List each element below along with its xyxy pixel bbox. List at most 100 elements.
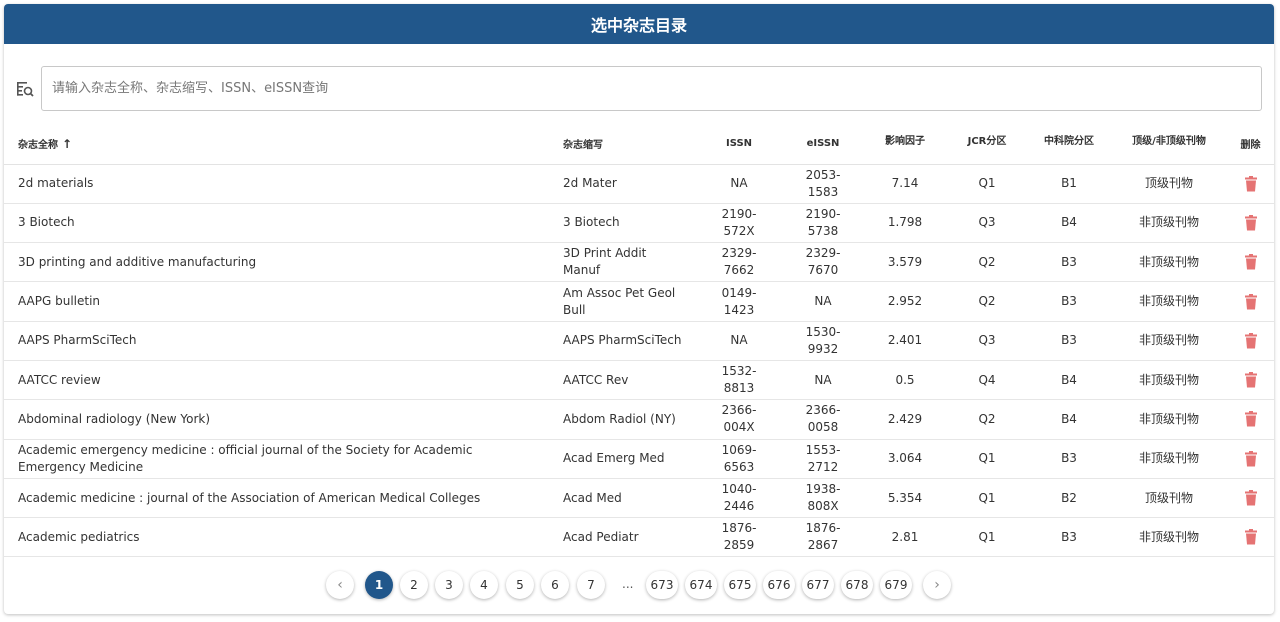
col-header-eissn: eISSN bbox=[783, 124, 863, 165]
cell-issn: 1069-6563 bbox=[695, 439, 783, 479]
col-header-delete: 删除 bbox=[1227, 124, 1274, 165]
cell-abbr: AAPS PharmSciTech bbox=[549, 321, 695, 361]
panel-title: 选中杂志目录 bbox=[4, 4, 1274, 44]
cell-issn: 0149-1423 bbox=[695, 281, 783, 322]
cell-top: 非顶级刊物 bbox=[1111, 399, 1227, 440]
cell-impact: 2.401 bbox=[863, 321, 947, 361]
page-button-677[interactable]: 677 bbox=[802, 571, 834, 599]
page-button-2[interactable]: 2 bbox=[400, 571, 428, 599]
cell-jcr: Q2 bbox=[947, 399, 1027, 440]
cell-delete bbox=[1227, 321, 1274, 361]
cell-issn: NA bbox=[695, 164, 783, 204]
pagination: ‹ 1 2 3 4 5 6 7... 673 674 675 676 677 678 679 › bbox=[4, 571, 1274, 601]
cell-eissn: 1938-808X bbox=[783, 478, 863, 519]
cell-full-name: Abdominal radiology (New York) bbox=[4, 399, 549, 440]
delete-trash-icon[interactable] bbox=[1244, 450, 1258, 467]
page-button-7[interactable]: 7 bbox=[577, 571, 605, 599]
search-list-icon bbox=[16, 80, 34, 98]
page-button-5[interactable]: 5 bbox=[506, 571, 534, 599]
cell-delete bbox=[1227, 439, 1274, 479]
cell-full-name: 3 Biotech bbox=[4, 203, 549, 244]
cell-jcr: Q3 bbox=[947, 203, 1027, 244]
table-row: Academic medicine : journal of the Assoc… bbox=[4, 478, 1274, 519]
delete-trash-icon[interactable] bbox=[1244, 214, 1258, 231]
cell-issn: NA bbox=[695, 321, 783, 361]
delete-trash-icon[interactable] bbox=[1244, 411, 1258, 427]
col-header-cas: 中科院分区 bbox=[1027, 124, 1111, 165]
page-button-3[interactable]: 3 bbox=[435, 571, 463, 599]
prev-page-chevron-icon[interactable]: ‹ bbox=[326, 571, 354, 599]
table-row: 3 Biotech 3 Biotech 2190-572X 2190-5738 … bbox=[4, 203, 1274, 244]
page-button-676[interactable]: 676 bbox=[763, 571, 795, 599]
cell-impact: 3.579 bbox=[863, 242, 947, 283]
cell-delete bbox=[1227, 281, 1274, 322]
journal-panel: 选中杂志目录 杂志全称↑ 杂志缩写 ISSN eISSN bbox=[4, 4, 1274, 614]
sort-arrow-up-icon[interactable]: ↑ bbox=[62, 137, 72, 151]
cell-eissn: 1876-2867 bbox=[783, 517, 863, 558]
cell-abbr: Am Assoc Pet Geol Bull bbox=[549, 281, 695, 322]
search-input[interactable] bbox=[41, 66, 1262, 111]
table-header-row: 杂志全称 ↑ 杂志缩写 ISSN eISSN 影响因子 JCR分区 中科院分区 顶… bbox=[4, 124, 1274, 165]
cell-top: 非顶级刊物 bbox=[1111, 242, 1227, 283]
cell-issn: 1876-2859 bbox=[695, 517, 783, 558]
cell-impact: 1.798 bbox=[863, 203, 947, 244]
cell-cas: B3 bbox=[1027, 281, 1111, 322]
delete-trash-icon[interactable] bbox=[1244, 490, 1258, 506]
cell-cas: B2 bbox=[1027, 478, 1111, 519]
delete-trash-icon[interactable] bbox=[1244, 372, 1258, 388]
cell-impact: 2.952 bbox=[863, 281, 947, 322]
cell-jcr: Q1 bbox=[947, 439, 1027, 479]
delete-trash-icon[interactable] bbox=[1244, 293, 1258, 310]
page-button-673[interactable]: 673 bbox=[646, 571, 678, 599]
cell-impact: 2.429 bbox=[863, 399, 947, 440]
cell-delete bbox=[1227, 164, 1274, 204]
table-row: Abdominal radiology (New York) Abdom Rad… bbox=[4, 399, 1274, 440]
cell-issn: 2190-572X bbox=[695, 203, 783, 244]
page-button-675[interactable]: 675 bbox=[724, 571, 756, 599]
table-row: Academic emergency medicine : official j… bbox=[4, 439, 1274, 479]
cell-full-name: 2d materials bbox=[4, 164, 549, 204]
page-button-4[interactable]: 4 bbox=[470, 571, 498, 599]
cell-issn: 2329-7662 bbox=[695, 242, 783, 283]
delete-trash-icon[interactable] bbox=[1244, 332, 1258, 349]
cell-full-name: Academic pediatrics bbox=[4, 517, 549, 558]
page-button-674[interactable]: 674 bbox=[685, 571, 717, 599]
cell-abbr: 2d Mater bbox=[549, 164, 695, 204]
cell-abbr: 3 Biotech bbox=[549, 203, 695, 244]
cell-eissn: 2053-1583 bbox=[783, 164, 863, 204]
cell-impact: 5.354 bbox=[863, 478, 947, 519]
cell-cas: B4 bbox=[1027, 203, 1111, 244]
cell-impact: 0.5 bbox=[863, 360, 947, 401]
cell-jcr: Q3 bbox=[947, 321, 1027, 361]
table-row: AAPS PharmSciTech AAPS PharmSciTech NA 1… bbox=[4, 321, 1274, 361]
cell-abbr: Acad Pediatr bbox=[549, 517, 695, 558]
cell-eissn: 2329-7670 bbox=[783, 242, 863, 283]
cell-top: 非顶级刊物 bbox=[1111, 321, 1227, 361]
delete-trash-icon[interactable] bbox=[1244, 254, 1258, 270]
cell-cas: B3 bbox=[1027, 439, 1111, 479]
col-header-issn: ISSN bbox=[695, 124, 783, 165]
col-header-full-name[interactable]: 杂志全称 ↑ bbox=[4, 124, 549, 165]
next-page-chevron-icon[interactable]: › bbox=[923, 571, 951, 599]
pagination-ellipsis: ... bbox=[622, 577, 634, 591]
cell-cas: B4 bbox=[1027, 360, 1111, 401]
cell-top: 非顶级刊物 bbox=[1111, 203, 1227, 244]
page-button-1[interactable]: 1 bbox=[365, 571, 393, 599]
delete-trash-icon[interactable] bbox=[1244, 175, 1258, 192]
cell-eissn: NA bbox=[783, 281, 863, 322]
cell-abbr: 3D Print Addit Manuf bbox=[549, 242, 695, 283]
page-button-6[interactable]: 6 bbox=[541, 571, 569, 599]
cell-delete bbox=[1227, 478, 1274, 519]
cell-eissn: NA bbox=[783, 360, 863, 401]
delete-trash-icon[interactable] bbox=[1244, 529, 1258, 545]
cell-delete bbox=[1227, 517, 1274, 558]
cell-jcr: Q1 bbox=[947, 517, 1027, 558]
table-row: AAPG bulletin Am Assoc Pet Geol Bull 014… bbox=[4, 281, 1274, 322]
cell-top: 非顶级刊物 bbox=[1111, 439, 1227, 479]
page-button-678[interactable]: 678 bbox=[841, 571, 873, 599]
cell-abbr: Acad Med bbox=[549, 478, 695, 519]
table-row: AATCC review AATCC Rev 1532-8813 NA 0.5 … bbox=[4, 360, 1274, 401]
cell-impact: 7.14 bbox=[863, 164, 947, 204]
page-button-679[interactable]: 679 bbox=[880, 571, 912, 599]
cell-abbr: AATCC Rev bbox=[549, 360, 695, 401]
